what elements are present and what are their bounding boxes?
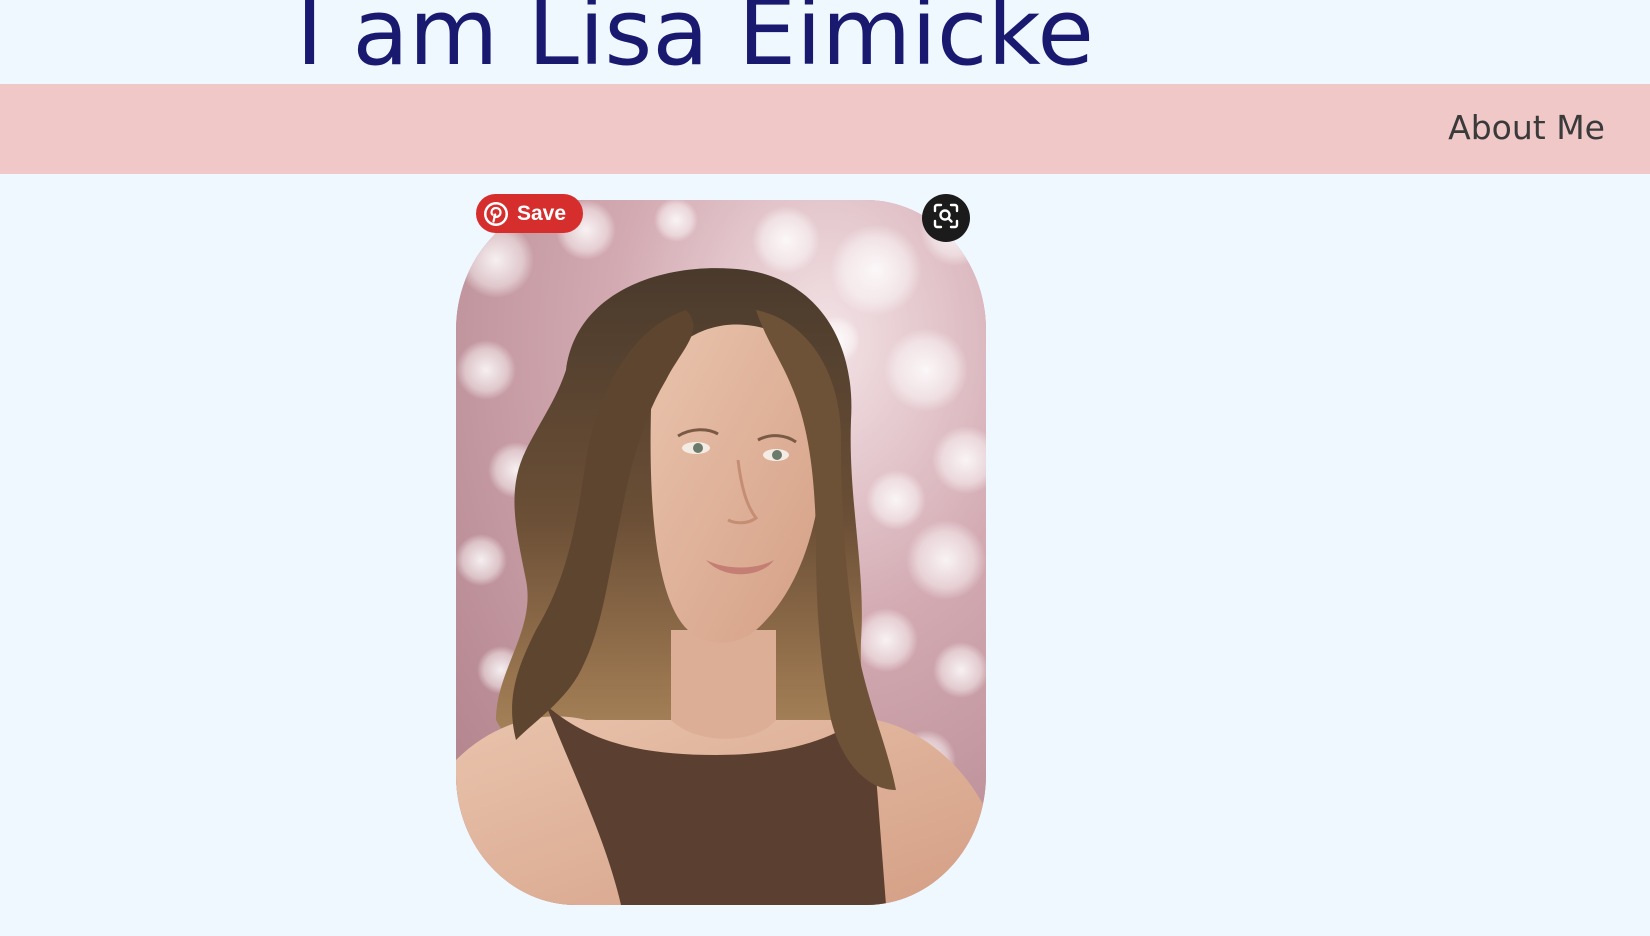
neck (671, 630, 776, 739)
nav-bar: About Me (0, 84, 1650, 174)
save-label: Save (517, 202, 567, 225)
nav-link-about-me[interactable]: About Me (1448, 108, 1605, 147)
portrait-image (456, 200, 986, 905)
visual-search-button[interactable] (922, 194, 970, 242)
site-title: I am Lisa Eimicke (296, 0, 1095, 86)
visual-search-icon (931, 201, 961, 235)
pinterest-logo-icon (483, 201, 509, 227)
pinterest-save-button[interactable]: Save (476, 194, 583, 233)
portrait-illustration (456, 200, 986, 905)
